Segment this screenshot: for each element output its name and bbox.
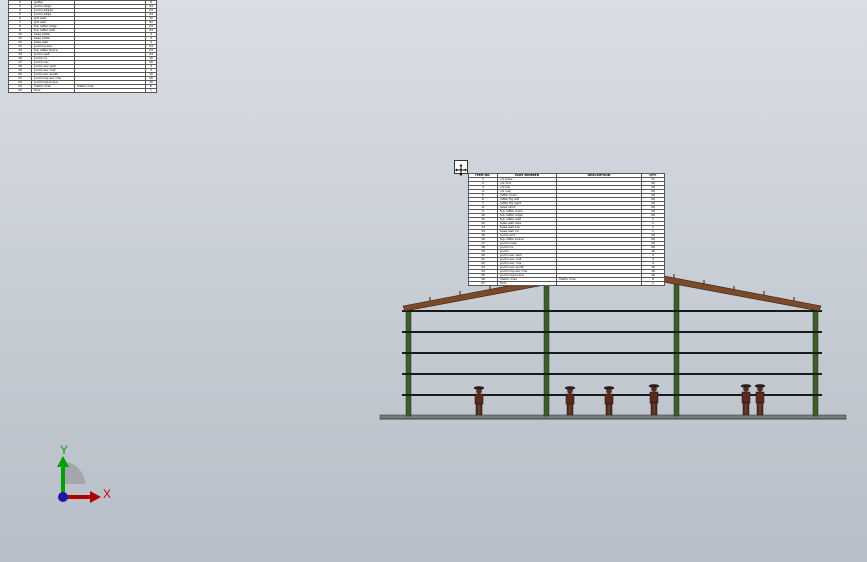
z-axis-dot [58,492,68,502]
table-move-handle[interactable] [454,160,468,176]
visitor-figure-2 [564,386,576,416]
bom-center-cell-item-no: 27 [468,281,498,286]
visitor-figure-6 [754,384,766,416]
bom-center-row: 27 floor 1 [468,281,665,286]
bom-center-cell-description [556,281,642,286]
column-left [405,307,412,417]
visitor-figure-5 [740,384,752,416]
building-elevation-view [379,265,847,420]
visitor-figures [473,384,766,416]
x-axis-label: X [103,487,111,501]
y-axis-label: Y [60,443,68,457]
visitor-figure-4 [648,384,660,416]
girt-lines [402,310,822,396]
floor-slab [379,414,847,420]
visitor-figure-1 [473,386,485,416]
bom-center-cell-qty: 1 [641,281,665,286]
coordinate-triad: Y X [57,443,111,503]
bom-center-cell-part-number: floor [497,281,557,286]
visitor-figure-3 [603,386,615,416]
column-right [812,307,819,417]
move-cross-icon [455,164,467,176]
bom-table-center[interactable]: ITEM NO. PART NUMBER DESCRIPTION QTY. 1c… [468,173,665,286]
